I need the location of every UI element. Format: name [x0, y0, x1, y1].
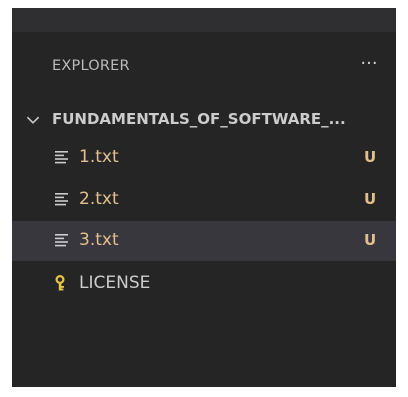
- explorer-title: EXPLORER: [52, 58, 130, 74]
- file-name: LICENSE: [79, 273, 151, 293]
- license-key-icon: [55, 275, 65, 291]
- file-item-license[interactable]: LICENSE: [12, 264, 396, 304]
- text-file-icon: [55, 193, 68, 206]
- explorer-header: EXPLORER ···: [12, 52, 396, 84]
- chevron-down-icon: [26, 116, 40, 124]
- text-file-icon: [55, 234, 68, 247]
- file-item-3[interactable]: 3.txt U: [12, 221, 396, 261]
- sidebar-top-strip: [12, 8, 396, 32]
- file-name: 2.txt: [79, 189, 119, 209]
- git-status-badge: U: [364, 190, 377, 208]
- file-name: 1.txt: [79, 147, 119, 167]
- workspace-folder-header[interactable]: FUNDAMENTALS_OF_SOFTWARE_...: [12, 106, 396, 134]
- workspace-folder-name: FUNDAMENTALS_OF_SOFTWARE_...: [52, 110, 346, 128]
- git-status-badge: U: [364, 231, 377, 249]
- more-actions-button[interactable]: ···: [357, 52, 381, 80]
- explorer-sidebar: EXPLORER ··· FUNDAMENTALS_OF_SOFTWARE_..…: [12, 8, 396, 387]
- git-status-badge: U: [364, 148, 377, 166]
- file-item-2[interactable]: 2.txt U: [12, 180, 396, 220]
- text-file-icon: [55, 151, 68, 164]
- file-name: 3.txt: [79, 230, 119, 250]
- file-item-1[interactable]: 1.txt U: [12, 138, 396, 178]
